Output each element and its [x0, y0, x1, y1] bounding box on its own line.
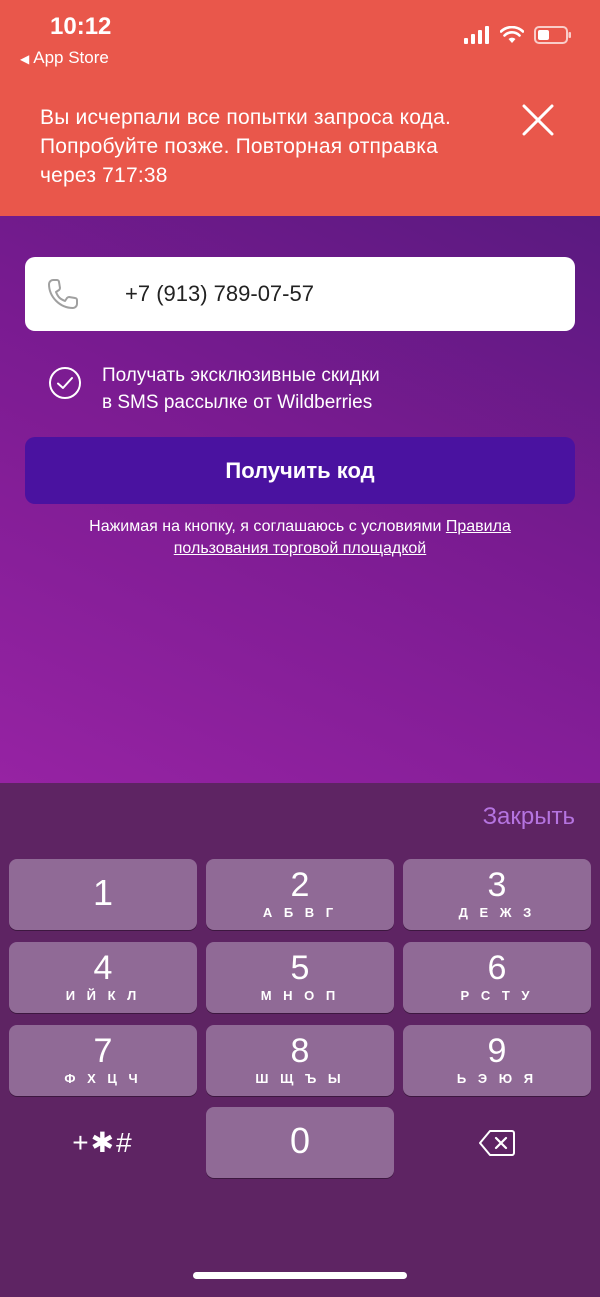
login-form: Получать эксклюзивные скидки в SMS рассы… [0, 216, 600, 783]
key-7[interactable]: 7 Ф Х Ц Ч [9, 1025, 197, 1096]
key-letters: Р С Т У [460, 988, 534, 1003]
phone-field[interactable] [25, 257, 575, 331]
signal-icon [464, 26, 489, 44]
key-5[interactable]: 5 М Н О П [206, 942, 394, 1013]
backspace-icon [479, 1129, 515, 1156]
key-digit: 5 [290, 949, 310, 987]
sms-optin-checkbox[interactable]: Получать эксклюзивные скидки в SMS рассы… [48, 362, 568, 418]
key-letters: М Н О П [260, 988, 340, 1003]
key-digit: 2 [290, 866, 310, 904]
check-circle-icon [49, 367, 81, 399]
phone-icon [48, 279, 78, 309]
key-letters: Ф Х Ц Ч [64, 1071, 142, 1086]
terms-prefix: Нажимая на кнопку, я соглашаюсь с услови… [89, 518, 446, 535]
key-symbols[interactable]: +✱# [9, 1107, 197, 1178]
error-message: Вы исчерпали все попытки запроса кода. П… [40, 106, 451, 187]
get-code-button[interactable]: Получить код [25, 437, 575, 504]
backspace-button[interactable] [403, 1107, 591, 1178]
key-letters: Ш Щ Ъ Ы [255, 1071, 345, 1086]
key-digit: 4 [93, 949, 113, 987]
status-icons [464, 26, 572, 44]
optin-line-2: в SMS рассылке от Wildberries [102, 392, 373, 413]
key-1[interactable]: 1 [9, 859, 197, 930]
key-9[interactable]: 9 Ь Э Ю Я [403, 1025, 591, 1096]
terms-text: Нажимая на кнопку, я соглашаюсь с услови… [40, 516, 560, 560]
key-digit: 1 [92, 872, 114, 913]
key-letters: А Б В Г [262, 905, 338, 920]
back-to-app-link[interactable]: ◀ App Store [20, 48, 109, 68]
wifi-icon [500, 26, 524, 43]
key-6[interactable]: 6 Р С Т У [403, 942, 591, 1013]
key-8[interactable]: 8 Ш Щ Ъ Ы [206, 1025, 394, 1096]
key-digit: 0 [289, 1120, 311, 1161]
close-icon [522, 104, 554, 136]
status-time: 10:12 [50, 13, 112, 40]
key-3[interactable]: 3 Д Е Ж З [403, 859, 591, 930]
key-0[interactable]: 0 [206, 1107, 394, 1178]
battery-icon [534, 26, 571, 44]
key-2[interactable]: 2 А Б В Г [206, 859, 394, 930]
keyboard-close-button[interactable]: Закрыть [483, 803, 575, 831]
numeric-keyboard: Закрыть 1 2 А Б В Г 3 Д Е Ж З 4 И Й К Л … [0, 783, 600, 1297]
error-banner: 10:12 ◀ App Store Вы исчерпали все попытк… [0, 0, 600, 216]
key-digit: 6 [487, 949, 507, 987]
back-triangle-icon: ◀ [20, 52, 30, 66]
key-4[interactable]: 4 И Й К Л [9, 942, 197, 1013]
optin-line-1: Получать эксклюзивные скидки [102, 365, 380, 386]
home-indicator [193, 1272, 407, 1279]
key-letters: Ь Э Ю Я [456, 1071, 538, 1086]
key-digit: 7 [93, 1032, 113, 1070]
close-banner-button[interactable] [521, 103, 555, 137]
key-letters: И Й К Л [65, 988, 141, 1003]
key-digit: 9 [487, 1032, 507, 1070]
sms-optin-label: Получать эксклюзивные скидки в SMS рассы… [102, 362, 502, 416]
key-digit: 8 [290, 1032, 310, 1070]
key-letters: Д Е Ж З [458, 905, 536, 920]
key-digit: 3 [487, 866, 507, 904]
phone-input[interactable] [125, 275, 555, 313]
back-app-label: App Store [33, 48, 109, 67]
